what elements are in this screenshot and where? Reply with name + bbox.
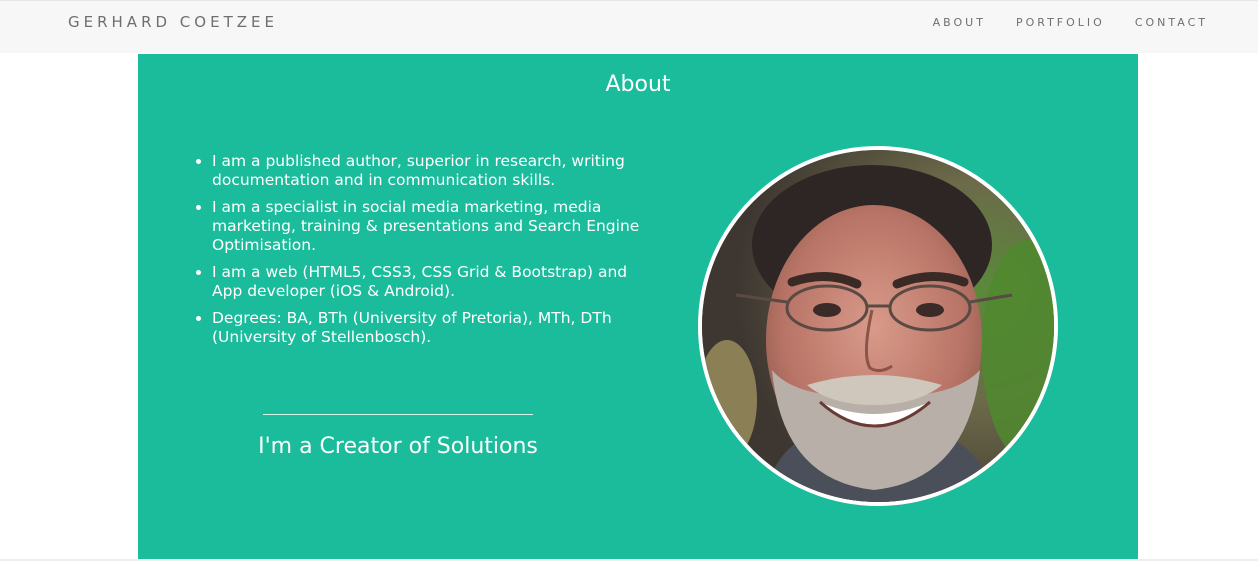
navbar: GERHARD COETZEE ABOUT PORTFOLIO CONTACT: [0, 0, 1258, 53]
divider: [263, 414, 533, 415]
about-item-degrees: Degrees: BA, BTh (University of Pretoria…: [212, 309, 657, 347]
about-item-author: I am a published author, superior in res…: [212, 152, 657, 190]
about-section: About I am a published author, superior …: [138, 54, 1138, 559]
about-title: About: [605, 72, 671, 97]
about-item-marketing: I am a specialist in social media market…: [212, 198, 657, 255]
nav-link-about[interactable]: ABOUT: [933, 16, 986, 29]
brand-link[interactable]: GERHARD COETZEE: [68, 13, 278, 31]
nav-links: ABOUT PORTFOLIO CONTACT: [933, 16, 1208, 29]
about-item-developer: I am a web (HTML5, CSS3, CSS Grid & Boot…: [212, 263, 657, 301]
tagline: I'm a Creator of Solutions: [258, 434, 538, 459]
nav-link-contact[interactable]: CONTACT: [1135, 16, 1208, 29]
nav-link-portfolio[interactable]: PORTFOLIO: [1016, 16, 1105, 29]
portrait-photo: [698, 146, 1058, 506]
about-list: I am a published author, superior in res…: [193, 152, 657, 355]
portrait-illustration: [702, 150, 1054, 502]
